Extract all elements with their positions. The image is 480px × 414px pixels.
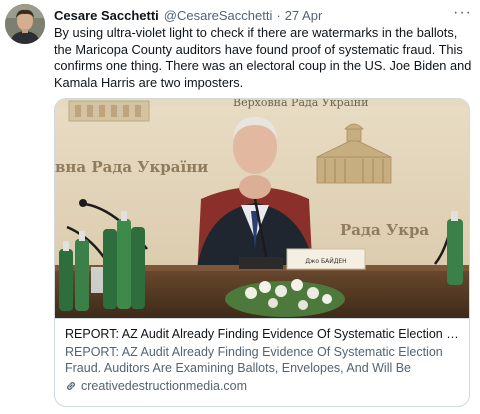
link-icon	[65, 380, 77, 392]
card-description: REPORT: AZ Audit Already Finding Evidenc…	[65, 345, 443, 375]
link-preview-card[interactable]: Верховна Рада України вна Рада України Р…	[54, 98, 470, 407]
nameplate-text: Джо БАЙДЕН	[305, 258, 346, 265]
wall-text-right: Рада Укра	[340, 221, 429, 239]
display-name[interactable]: Cesare Sacchetti	[54, 8, 159, 23]
wall-text-left: вна Рада України	[55, 158, 208, 176]
avatar[interactable]	[5, 4, 45, 44]
card-meta[interactable]: REPORT: AZ Audit Already Finding Evidenc…	[55, 318, 469, 406]
card-photo: Верховна Рада України вна Рада України Р…	[55, 99, 469, 318]
user-handle[interactable]: @CesareSacchetti	[164, 8, 273, 23]
banner-top-text: Верховна Рада України	[233, 99, 368, 109]
card-domain: creativedestructionmedia.com	[65, 378, 461, 394]
separator-dot: ·	[276, 7, 281, 23]
tweet-text: By using ultra-violet light to check if …	[54, 25, 472, 90]
card-title: REPORT: AZ Audit Already Finding Evidenc…	[65, 327, 461, 341]
tweet: Cesare Sacchetti @CesareSacchetti · 27 A…	[0, 0, 480, 414]
card-image[interactable]: Верховна Рада України вна Рада України Р…	[55, 99, 469, 318]
tweet-date[interactable]: 27 Apr	[285, 8, 323, 23]
tweet-header: Cesare Sacchetti @CesareSacchetti · 27 A…	[54, 4, 472, 24]
card-domain-text: creativedestructionmedia.com	[81, 379, 248, 393]
more-options-icon[interactable]: ···	[453, 4, 472, 22]
avatar-image	[5, 4, 45, 44]
